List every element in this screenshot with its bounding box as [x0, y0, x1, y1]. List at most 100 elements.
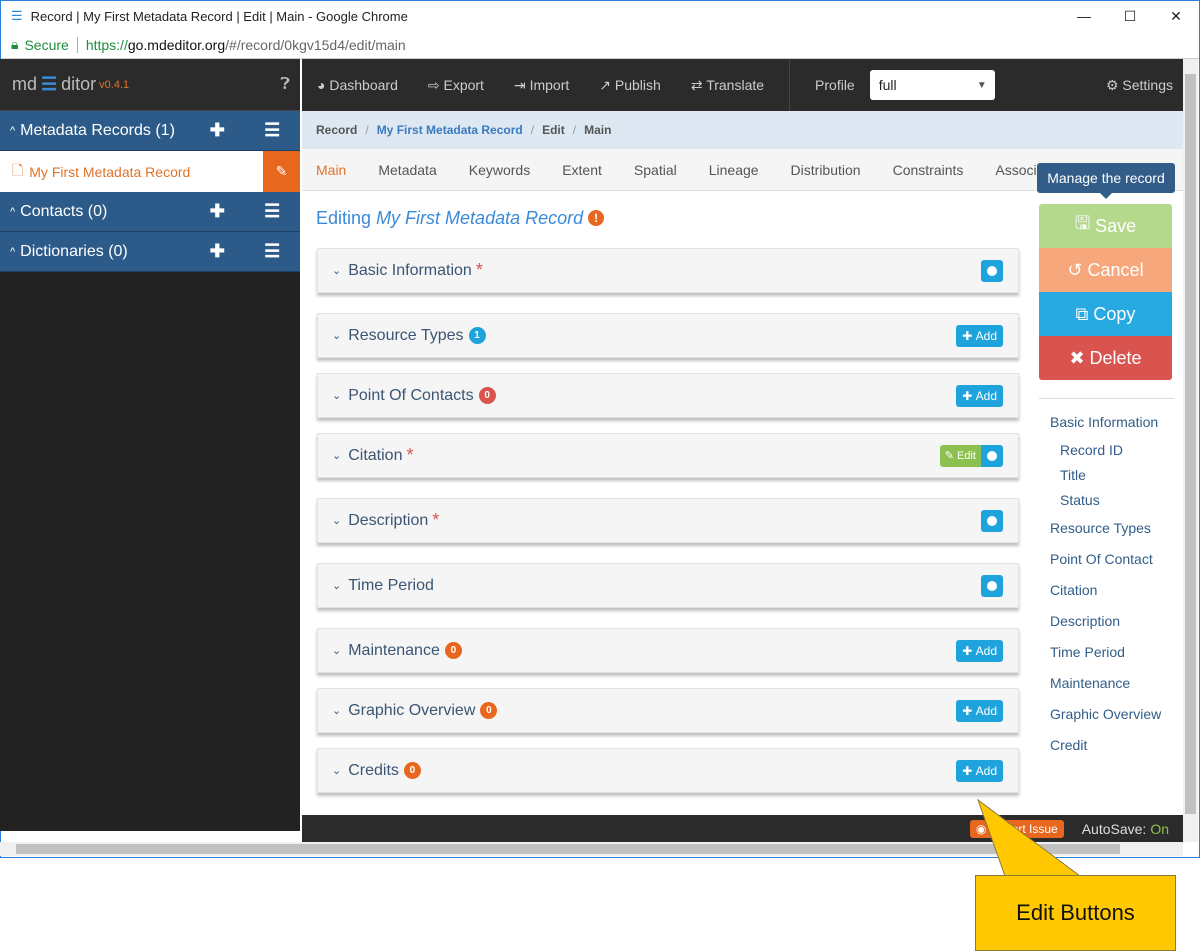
autosave-toggle[interactable]: On	[1150, 821, 1169, 837]
add-button[interactable]: ✚ Add	[956, 699, 1003, 722]
title-bar: ☰ Record | My First Metadata Record | Ed…	[1, 1, 1199, 31]
count-badge: 0	[403, 762, 421, 779]
nav-export[interactable]: ⇨ Export	[413, 77, 499, 94]
nav-translate[interactable]: ⇄ Translate	[676, 77, 779, 94]
main-content: Editing My First Metadata Record ! Manag…	[302, 163, 1183, 815]
close-icon[interactable]: ✕	[1153, 1, 1199, 31]
breadcrumb: Record / My First Metadata Record / Edit / Mai…	[302, 111, 1183, 149]
panel-title: Basic Information	[348, 261, 472, 279]
toc-link[interactable]: Resource Types	[1039, 513, 1174, 544]
panel-citation[interactable]: ⌄ Citation * ✎ Edit	[317, 433, 1019, 478]
tab-distribution[interactable]: Distribution	[791, 162, 861, 178]
edit-button[interactable]: ✎ Edit	[939, 444, 981, 467]
toc-link[interactable]: Status	[1039, 488, 1174, 513]
lock-icon: 🔒︎	[11, 36, 19, 52]
list-icon[interactable]: ☰	[264, 120, 280, 141]
copy-button[interactable]: ⧉ Copy	[1039, 292, 1172, 336]
chevron-up-icon: ^	[10, 205, 16, 218]
sidebar-group-dictionaries[interactable]: ^ Dictionaries (0) ✚ ☰	[0, 232, 300, 272]
add-icon[interactable]: ✚	[210, 201, 225, 222]
chevron-down-icon: ⌄	[332, 580, 342, 592]
toggle-button[interactable]	[981, 509, 1003, 532]
toc-link[interactable]: Title	[1039, 463, 1174, 488]
toc-link[interactable]: Citation	[1039, 575, 1174, 606]
delete-button[interactable]: ✖ Delete	[1039, 336, 1172, 380]
toggle-button[interactable]	[981, 574, 1003, 597]
panel-resource-types[interactable]: ⌄ Resource Types 1 ✚ Add	[317, 313, 1019, 358]
tab-metadata[interactable]: Metadata	[378, 162, 436, 178]
sidebar-group-records[interactable]: ^ Metadata Records (1) ✚ ☰	[0, 111, 300, 151]
help-icon[interactable]: ❓︎	[280, 76, 290, 94]
logo-icon: ☰	[41, 74, 58, 94]
panel-title: Time Period	[348, 576, 434, 594]
tab-main[interactable]: Main	[316, 162, 346, 178]
panel-title: Point Of Contacts	[348, 386, 474, 404]
page-title: Editing My First Metadata Record !	[316, 208, 605, 229]
callout-pointer	[976, 798, 1082, 877]
add-button[interactable]: ✚ Add	[956, 639, 1003, 662]
table-of-contents: Basic Information Record ID Title Status Res…	[1039, 398, 1174, 761]
required-icon: *	[432, 510, 440, 530]
toggle-button[interactable]	[981, 259, 1003, 282]
edit-pencil-icon[interactable]: ✎	[263, 151, 300, 192]
add-button[interactable]: ✚ Add	[956, 759, 1003, 782]
tab-extent[interactable]: Extent	[562, 162, 602, 178]
panel-basic-information[interactable]: ⌄ Basic Information *	[317, 248, 1019, 293]
toggle-button[interactable]	[981, 444, 1003, 467]
toc-link[interactable]: Graphic Overview	[1039, 699, 1174, 730]
panel-title: Graphic Overview	[348, 701, 476, 719]
tab-keywords[interactable]: Keywords	[469, 162, 530, 178]
address-bar[interactable]: 🔒︎ Secure https://go.mdeditor.org/#/reco…	[1, 31, 1199, 59]
add-icon[interactable]: ✚	[210, 241, 225, 262]
maximize-icon[interactable]: ☐	[1107, 1, 1153, 31]
crumb[interactable]: Edit	[542, 123, 565, 137]
circle-icon	[987, 515, 997, 526]
required-icon: *	[406, 445, 414, 465]
nav-dashboard[interactable]: ◕ Dashboard	[302, 77, 413, 93]
save-button[interactable]: 🖫 Save	[1039, 204, 1172, 248]
toc-link[interactable]: Time Period	[1039, 637, 1174, 668]
toc-link[interactable]: Maintenance	[1039, 668, 1174, 699]
sidebar-record-item[interactable]: 🗋 My First Metadata Record ✎	[0, 151, 300, 192]
panel-title: Description	[348, 511, 429, 529]
toc-link[interactable]: Description	[1039, 606, 1174, 637]
profile-select[interactable]: full ▼	[869, 70, 995, 100]
tab-spatial[interactable]: Spatial	[634, 162, 677, 178]
tab-lineage[interactable]: Lineage	[709, 162, 759, 178]
toc-link[interactable]: Basic Information	[1039, 407, 1174, 438]
panel-point-of-contacts[interactable]: ⌄ Point Of Contacts 0 ✚ Add	[317, 373, 1019, 418]
vertical-scrollbar[interactable]	[1183, 59, 1198, 842]
minimize-icon[interactable]: —	[1061, 1, 1107, 31]
add-button[interactable]: ✚ Add	[956, 324, 1003, 347]
toc-link[interactable]: Credit	[1039, 730, 1174, 761]
sidebar-group-contacts[interactable]: ^ Contacts (0) ✚ ☰	[0, 192, 300, 232]
toc-link[interactable]: Record ID	[1039, 438, 1174, 463]
crumb[interactable]: Record	[316, 123, 357, 137]
crumb[interactable]: My First Metadata Record	[377, 123, 523, 137]
chevron-down-icon: ⌄	[332, 705, 342, 717]
settings-button[interactable]: ⚙ Settings	[1106, 77, 1173, 94]
add-button[interactable]: ✚ Add	[956, 384, 1003, 407]
callout: Edit Buttons	[975, 875, 1176, 951]
tooltip: Manage the record	[1037, 163, 1175, 199]
list-icon[interactable]: ☰	[264, 201, 280, 222]
nav-publish[interactable]: ↗ Publish	[584, 77, 676, 94]
logo[interactable]: md ☰ ditor v0.4.1 ❓︎	[0, 59, 300, 111]
warning-icon: !	[588, 210, 605, 226]
panel-credits[interactable]: ⌄ Credits 0 ✚ Add	[317, 748, 1019, 793]
panel-description[interactable]: ⌄ Description *	[317, 498, 1019, 543]
nav-import[interactable]: ⇥ Import	[499, 77, 584, 94]
logo-text: md	[12, 74, 38, 94]
add-icon[interactable]: ✚	[210, 120, 225, 141]
panel-time-period[interactable]: ⌄ Time Period	[317, 563, 1019, 608]
chevron-down-icon: ⌄	[332, 450, 342, 462]
cancel-button[interactable]: ↺ Cancel	[1039, 248, 1172, 292]
secure-label: Secure	[24, 36, 78, 53]
tab-constraints[interactable]: Constraints	[893, 162, 964, 178]
toc-link[interactable]: Point Of Contact	[1039, 544, 1174, 575]
panel-graphic-overview[interactable]: ⌄ Graphic Overview 0 ✚ Add	[317, 688, 1019, 733]
list-icon[interactable]: ☰	[264, 241, 280, 262]
panel-maintenance[interactable]: ⌄ Maintenance 0 ✚ Add	[317, 628, 1019, 673]
count-badge: 0	[478, 387, 496, 404]
tab-associ[interactable]: Associ	[995, 162, 1036, 178]
